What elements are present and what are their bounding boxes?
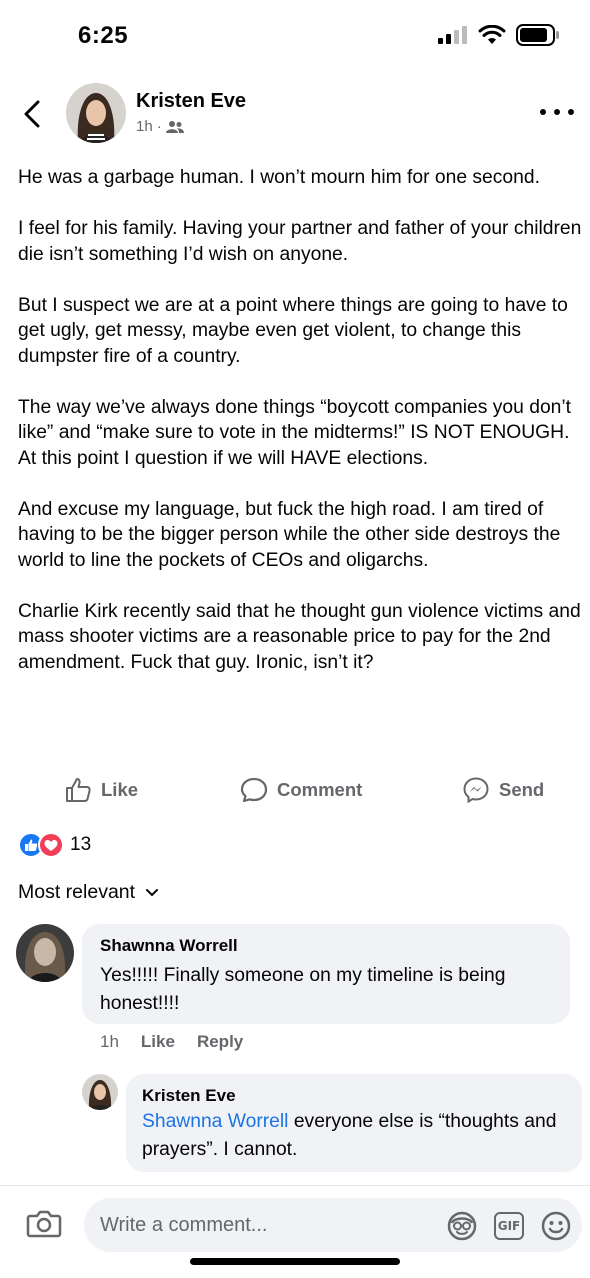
avatar-image (16, 924, 74, 982)
like-label: Like (101, 779, 139, 800)
cellular-signal-icon (438, 26, 467, 44)
status-bar: 6:25 (0, 0, 590, 70)
emoji-icon[interactable] (540, 1210, 572, 1242)
status-icons (438, 24, 560, 46)
messenger-icon (463, 777, 489, 804)
reply-text: Shawnna Worrell everyone else is “though… (142, 1108, 572, 1164)
more-dot (554, 109, 560, 115)
more-dot (568, 109, 574, 115)
reaction-summary[interactable]: 13 (18, 832, 91, 858)
post-paragraph: He was a garbage human. I won’t mourn hi… (18, 167, 540, 188)
comment-bubble[interactable]: Shawnna Worrell Yes!!!!! Finally someone… (82, 924, 570, 1024)
comment-time: 1h (100, 1032, 119, 1051)
sort-label: Most relevant (18, 881, 136, 903)
comment-label: Comment (277, 779, 363, 800)
meta-separator: · (156, 118, 162, 135)
friends-audience-icon (165, 120, 184, 133)
reply-avatar[interactable] (82, 1074, 118, 1110)
chevron-down-icon (146, 888, 159, 896)
love-reaction-icon (38, 832, 64, 858)
post-time[interactable]: 1h (136, 118, 153, 135)
wifi-icon (478, 25, 506, 44)
comment-sort-dropdown[interactable]: Most relevant (18, 881, 159, 904)
comment-meta: 1h Like Reply (100, 1032, 243, 1052)
comment-button[interactable]: Comment (240, 776, 362, 804)
like-button[interactable]: Like (64, 776, 138, 804)
more-options-icon[interactable] (540, 104, 574, 120)
camera-icon[interactable] (26, 1208, 62, 1240)
commenter-avatar[interactable] (16, 924, 74, 982)
post-paragraph: And excuse my language, but fuck the hig… (18, 498, 561, 571)
comment-reply-button[interactable]: Reply (197, 1032, 243, 1052)
phone-screen: 6:25 Kristen Eve 1h · He was a garbage h… (0, 0, 590, 1278)
send-button[interactable]: Send (462, 776, 544, 804)
author-avatar[interactable] (66, 83, 126, 143)
post-paragraph: I feel for his family. Having your partn… (18, 218, 582, 265)
battery-icon (516, 24, 559, 46)
avatar-sticker-icon[interactable] (446, 1210, 478, 1242)
more-dot (540, 109, 546, 115)
post-body: He was a garbage human. I won’t mourn hi… (18, 165, 584, 701)
thumbs-up-icon (66, 778, 91, 802)
status-time: 6:25 (78, 22, 129, 49)
comment-like-button[interactable]: Like (141, 1032, 175, 1052)
post-actions: Like Comment Send (0, 770, 590, 810)
comment-text: Yes!!!!! Finally someone on my timeline … (100, 965, 506, 1014)
reply-mention-link[interactable]: Shawnna Worrell (142, 1111, 288, 1132)
back-arrow-icon[interactable] (18, 94, 48, 134)
avatar-image (82, 1074, 118, 1110)
post-paragraph: But I suspect we are at a point where th… (18, 294, 568, 367)
post-meta: 1h · (136, 118, 184, 135)
avatar-image (66, 83, 126, 143)
home-indicator[interactable] (190, 1258, 400, 1265)
comment-bubble-icon (240, 777, 268, 803)
reply-bubble[interactable]: Kristen Eve Shawnna Worrell everyone els… (126, 1074, 582, 1172)
composer-icons: GIF (446, 1210, 572, 1242)
reply-author-name[interactable]: Kristen Eve (142, 1086, 582, 1106)
post-paragraph: Charlie Kirk recently said that he thoug… (18, 600, 581, 673)
post-paragraph: The way we’ve always done things “boycot… (18, 396, 572, 469)
commenter-name[interactable]: Shawnna Worrell (100, 936, 570, 956)
gif-icon[interactable]: GIF (494, 1212, 524, 1240)
send-label: Send (499, 779, 545, 800)
post-header: Kristen Eve 1h · (0, 78, 590, 148)
author-name[interactable]: Kristen Eve (136, 90, 246, 113)
reaction-count: 13 (70, 834, 92, 855)
